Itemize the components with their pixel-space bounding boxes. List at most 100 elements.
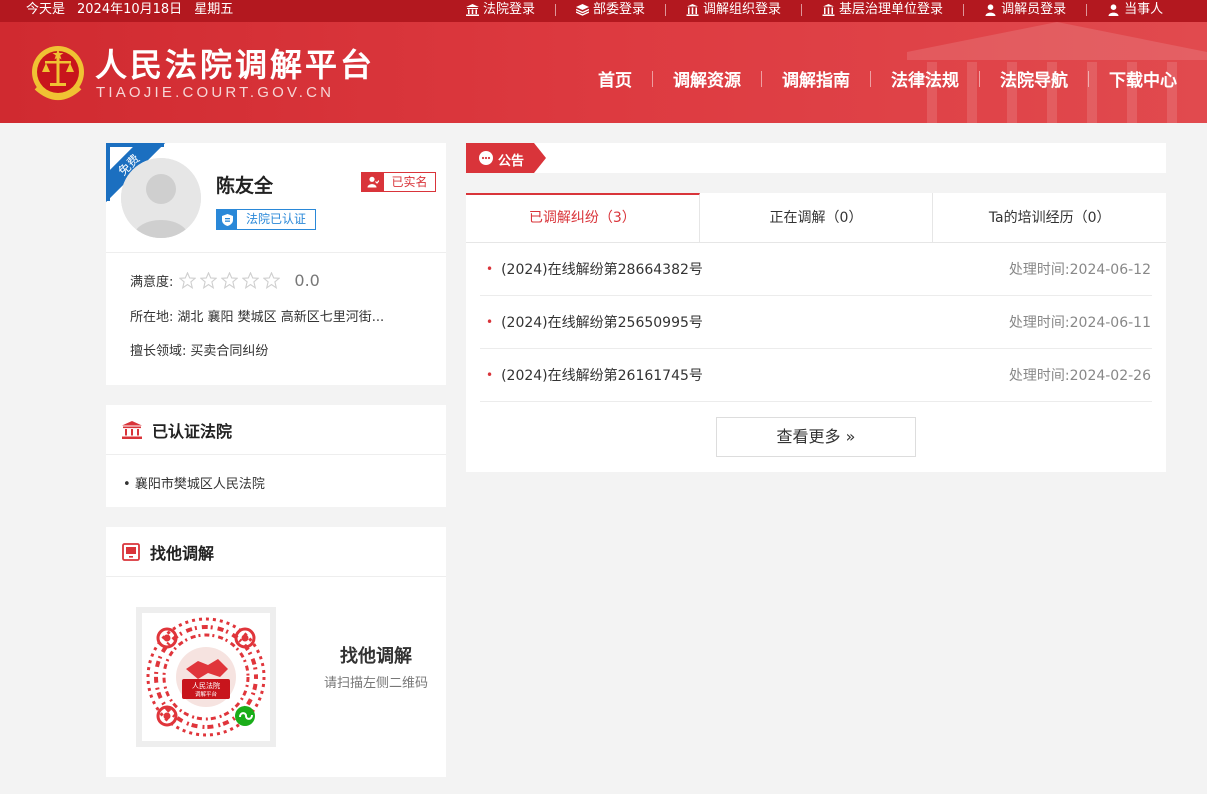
find-mediator-header: 找他调解 — [122, 527, 214, 577]
main-nav: 首页 调解资源 调解指南 法律法规 法院导航 下载中心 — [598, 66, 1177, 91]
ministry-login-link[interactable]: 部委登录 — [576, 0, 645, 20]
grassroots-login-label: 基层治理单位登录 — [839, 2, 944, 17]
nav-home[interactable]: 首页 — [598, 66, 632, 91]
case-id: (2024)在线解纷第28664382号 — [501, 262, 703, 278]
nav-mediation-guide[interactable]: 调解指南 — [782, 66, 850, 91]
mediator-login-link[interactable]: 调解员登录 — [984, 0, 1066, 20]
court-building-icon — [122, 421, 142, 439]
building-icon — [822, 4, 835, 16]
nav-divider — [652, 70, 653, 87]
tab-in-mediation[interactable]: 正在调解（0） — [699, 193, 934, 242]
court-login-label: 法院登录 — [483, 2, 536, 17]
case-time-label: 处理时间: — [1008, 262, 1070, 278]
qr-caption-subtitle: 请扫描左侧二维码 — [323, 676, 428, 691]
nav-laws[interactable]: 法律法规 — [891, 66, 959, 91]
court-icon — [466, 4, 479, 16]
nav-downloads[interactable]: 下载中心 — [1109, 66, 1177, 91]
date-display: 今天是 2024年10月18日 星期五 — [26, 0, 245, 20]
real-name-badge: 已实名 — [361, 172, 436, 192]
qr-caption-title: 找他调解 — [340, 646, 412, 667]
date-prefix: 今天是 — [26, 2, 66, 17]
court-list-item[interactable]: • 襄阳市樊城区人民法院 — [123, 473, 265, 492]
qr-code-icon: 人民法院 调解平台 — [146, 617, 266, 737]
satisfaction-label: 满意度: — [130, 275, 174, 290]
expertise-value: 买卖合同纠纷 — [190, 344, 269, 359]
find-mediator-card: 找他调解 人民法院 调解平台 找他调解 请扫描左侧二维码 — [106, 527, 446, 777]
satisfaction-score: 0.0 — [294, 271, 320, 290]
nav-divider — [1088, 70, 1089, 87]
location-label: 所在地: — [130, 310, 174, 325]
nav-divider — [761, 70, 762, 87]
tab-mediated-disputes[interactable]: 已调解纠纷（3） — [466, 193, 700, 242]
satisfaction-stars — [179, 272, 281, 289]
nav-divider — [870, 70, 871, 87]
mediation-org-login-link[interactable]: 调解组织登录 — [686, 0, 781, 20]
bullet: • — [486, 368, 494, 382]
case-row[interactable]: • (2024)在线解纷第25650995号 处理时间:2024-06-11 — [480, 296, 1152, 349]
site-title[interactable]: 人民法院调解平台 — [95, 40, 375, 86]
court-emblem-icon[interactable] — [30, 42, 86, 104]
certified-courts-header: 已认证法院 — [122, 405, 232, 455]
nav-mediation-resources[interactable]: 调解资源 — [673, 66, 741, 91]
case-row[interactable]: • (2024)在线解纷第28664382号 处理时间:2024-06-12 — [480, 243, 1152, 296]
building-icon — [686, 4, 699, 16]
star-empty-icon — [242, 272, 260, 289]
star-empty-icon — [263, 272, 281, 289]
qr-logo-text-1: 人民法院 — [192, 681, 220, 690]
case-time: 2024-06-11 — [1069, 315, 1151, 331]
tab-training-history[interactable]: Ta的培训经历（0） — [933, 193, 1167, 242]
court-login-link[interactable]: 法院登录 — [466, 0, 535, 20]
records-tabs: 已调解纠纷（3） 正在调解（0） Ta的培训经历（0） — [466, 193, 1167, 243]
divider — [665, 4, 667, 16]
expertise-label: 擅长领域: — [130, 344, 187, 359]
grassroots-login-link[interactable]: 基层治理单位登录 — [822, 0, 943, 20]
notice-tag — [466, 143, 546, 173]
case-row[interactable]: • (2024)在线解纷第26161745号 处理时间:2024-02-26 — [480, 349, 1152, 402]
qr-code: 人民法院 调解平台 — [142, 613, 270, 741]
site-domain: TIAOJIE.COURT.GOV.CN — [96, 84, 335, 101]
ministry-login-label: 部委登录 — [593, 2, 646, 17]
case-list: • (2024)在线解纷第28664382号 处理时间:2024-06-12 •(… — [480, 243, 1152, 402]
court-name: 襄阳市樊城区人民法院 — [134, 477, 265, 492]
view-more-button[interactable]: 查看更多 » — [716, 417, 916, 457]
case-time: 2024-06-12 — [1069, 262, 1151, 278]
default-avatar-icon — [121, 158, 201, 238]
divider — [106, 576, 446, 577]
party-login-link[interactable]: 当事人 — [1107, 0, 1163, 20]
tablet-icon — [122, 543, 140, 561]
qr-logo-text-2: 调解平台 — [195, 690, 218, 698]
mediation-records-panel: 已调解纠纷（3） 正在调解（0） Ta的培训经历（0） • (2024)在线解纷第… — [466, 193, 1167, 472]
user-icon — [985, 4, 996, 16]
case-time-label: 处理时间: — [1008, 315, 1070, 331]
star-empty-icon — [200, 272, 218, 289]
nav-court-directory[interactable]: 法院导航 — [1000, 66, 1068, 91]
nav-divider — [979, 70, 980, 87]
site-header: 人民法院调解平台 TIAOJIE.COURT.GOV.CN 首页 调解资源 调解… — [0, 22, 1207, 123]
court-certified-badge: 法院已认证 — [216, 209, 316, 230]
star-empty-icon — [221, 272, 239, 289]
date-text: 2024年10月18日 — [77, 2, 183, 17]
mediator-profile-card: 免费 陈友全 已实名 法院已认证 满意度: 0.0 所在地: 湖北 襄阳 樊城区… — [106, 143, 446, 385]
certified-courts-card: 已认证法院 • 襄阳市樊城区人民法院 — [106, 405, 446, 507]
party-login-label: 当事人 — [1124, 2, 1164, 17]
divider — [963, 4, 965, 16]
case-id: (2024)在线解纷第25650995号 — [501, 315, 703, 331]
location-row: 所在地: 湖北 襄阳 樊城区 高新区七里河街... — [130, 306, 384, 325]
bullet: • — [486, 262, 494, 276]
mini-program-qr: 人民法院 调解平台 — [136, 607, 276, 747]
satisfaction-row: 满意度: 0.0 — [130, 271, 320, 290]
notice-bar: 公告 — [466, 143, 1166, 173]
layers-icon — [576, 4, 590, 16]
divider — [106, 252, 446, 253]
certified-courts-title: 已认证法院 — [152, 422, 233, 441]
login-links: 法院登录 部委登录 调解组织登录 基层治理单位登录 调解员登录 当事人 — [466, 0, 1163, 20]
divider — [555, 4, 557, 16]
expertise-row: 擅长领域: 买卖合同纠纷 — [130, 340, 268, 359]
find-mediator-title: 找他调解 — [150, 544, 215, 563]
case-id: (2024)在线解纷第26161745号 — [501, 368, 703, 384]
shield-icon — [217, 210, 237, 229]
verified-user-icon — [362, 173, 384, 191]
star-empty-icon — [179, 272, 197, 289]
case-time: 2024-02-26 — [1069, 368, 1151, 384]
mediator-name: 陈友全 — [216, 175, 274, 197]
